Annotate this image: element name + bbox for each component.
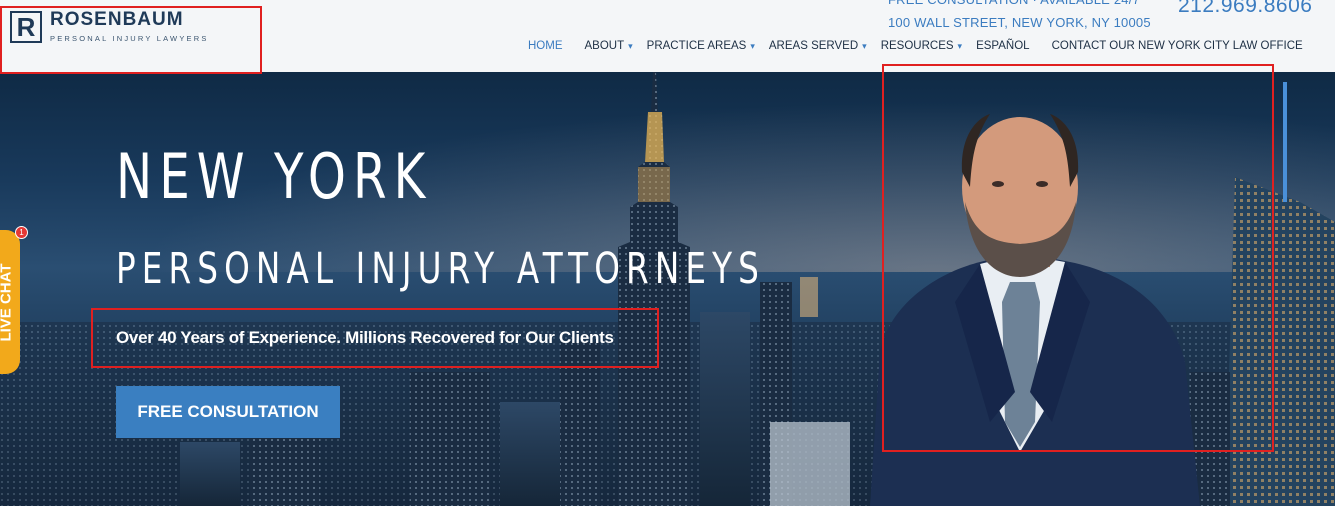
chevron-down-icon: ▾ [750, 40, 755, 51]
nav-item-contact[interactable]: CONTACT OUR NEW YORK CITY LAW OFFICE [1052, 40, 1303, 52]
live-chat-label: LIVE CHAT [0, 262, 15, 342]
nav-label: HOME [528, 40, 563, 52]
chevron-down-icon: ▾ [957, 40, 963, 51]
nav-label: CONTACT OUR NEW YORK CITY LAW OFFICE [1051, 40, 1303, 52]
chevron-down-icon: ▾ [628, 40, 633, 51]
nav-item-espanol[interactable]: ESPAÑOL [976, 40, 1029, 52]
free-consultation-button[interactable]: FREE CONSULTATION [116, 386, 340, 438]
hero-subheadline: PERSONAL INJURY ATTORNEYS [116, 244, 765, 294]
hero-tagline: Over 40 Years of Experience. Millions Re… [116, 328, 614, 347]
nav-label: RESOURCES [880, 40, 954, 52]
availability-text: FREE CONSULTATION · AVAILABLE 24/7 [888, 0, 1151, 8]
main-nav: HOME ABOUT ▾ PRACTICE AREAS ▾ AREAS SERV… [528, 40, 1317, 52]
chevron-down-icon: ▾ [862, 40, 867, 51]
logo-name: ROSENBAUM [50, 9, 184, 30]
contact-info: FREE CONSULTATION · AVAILABLE 24/7 100 W… [888, 0, 1151, 31]
live-chat-tab[interactable]: LIVE CHAT [0, 230, 20, 374]
nav-item-practice-areas[interactable]: PRACTICE AREAS ▾ [647, 40, 755, 52]
nav-item-home[interactable]: HOME [528, 40, 563, 52]
nav-item-about[interactable]: ABOUT ▾ [585, 40, 633, 52]
nav-label: PRACTICE AREAS [646, 40, 747, 52]
hero-section: NEW YORK PERSONAL INJURY ATTORNEYS Over … [0, 72, 1335, 506]
notification-badge: 1 [15, 226, 28, 239]
nav-item-areas-served[interactable]: AREAS SERVED ▾ [769, 40, 867, 52]
attorney-portrait-image [870, 114, 1200, 506]
phone-number[interactable]: 212.969.8606 [1178, 0, 1312, 18]
office-address[interactable]: 100 WALL STREET, NEW YORK, NY 10005 [888, 15, 1151, 31]
logo[interactable]: R ROSENBAUM PERSONAL INJURY LAWYERS [10, 10, 209, 43]
logo-mark: R [10, 10, 42, 43]
site-header: R ROSENBAUM PERSONAL INJURY LAWYERS FREE… [0, 0, 1335, 72]
nav-label: ABOUT [584, 40, 625, 52]
hero-headline: NEW YORK [116, 140, 433, 213]
nav-label: ESPAÑOL [976, 40, 1030, 52]
nav-item-resources[interactable]: RESOURCES ▾ [881, 40, 962, 52]
nav-label: AREAS SERVED [768, 40, 859, 52]
logo-tagline: PERSONAL INJURY LAWYERS [50, 34, 209, 43]
